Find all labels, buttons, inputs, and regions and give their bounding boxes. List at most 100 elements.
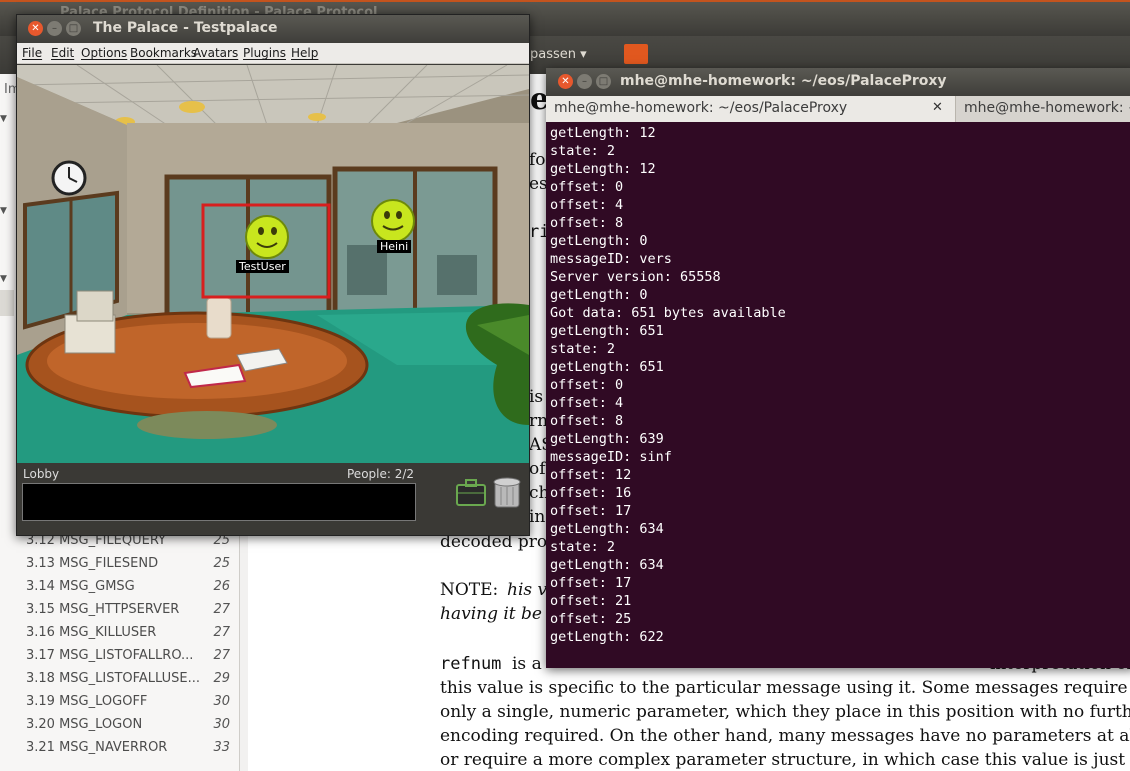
terminal-line: getLength: 634 (550, 521, 664, 537)
menu-options[interactable]: Options (81, 46, 127, 60)
terminal-line: offset: 8 (550, 215, 624, 231)
terminal-line: getLength: 12 (550, 161, 656, 177)
terminal-line: offset: 21 (550, 593, 632, 609)
refnum-code: refnum (440, 654, 502, 674)
close-icon[interactable]: ✕ (932, 100, 943, 115)
zoom-fit-dropdown[interactable]: passen ▾ (520, 42, 597, 70)
palace-titlebar[interactable]: ✕ – □ The Palace - Testpalace (17, 15, 529, 43)
maximize-icon[interactable]: □ (596, 74, 611, 89)
toc-item[interactable]: 3.19 MSG_LOGOFF 30 (26, 692, 236, 715)
toc-item-page: 33 (213, 740, 230, 755)
trash-icon[interactable] (491, 475, 523, 509)
room-name: Lobby (23, 467, 60, 481)
toc-item-page: 25 (213, 556, 230, 571)
toc-item-page: 30 (213, 717, 230, 732)
toc-item-page: 29 (213, 671, 230, 686)
avatar-name-heini[interactable]: Heini (377, 240, 412, 253)
terminal-tab-bar: mhe@mhe-homework: ~/eos/PalaceProxy ✕ mh… (546, 96, 1130, 122)
close-icon[interactable]: ✕ (28, 21, 43, 36)
terminal-line: offset: 0 (550, 179, 624, 195)
terminal-line: getLength: 634 (550, 557, 664, 573)
toc-item[interactable]: 3.21 MSG_NAVERROR 33 (26, 738, 236, 761)
toc-item-label: 3.20 MSG_LOGON (26, 717, 143, 732)
toc-item-page: 27 (213, 602, 230, 617)
toc-item-page: 27 (213, 625, 230, 640)
menu-avatars[interactable]: Avatars (193, 46, 238, 60)
paragraph-line: or require a more complex parameter stru… (440, 750, 1126, 770)
tab-label: mhe@mhe-homework: ~/eos/PalaceProxy (554, 100, 848, 116)
toc-item-label: 3.19 MSG_LOGOFF (26, 694, 148, 709)
toc-item-page: 27 (213, 648, 230, 663)
menu-help[interactable]: Help (291, 46, 318, 60)
terminal-line: messageID: sinf (550, 449, 672, 465)
people-count: People: 2/2 (347, 467, 415, 481)
terminal-line: offset: 8 (550, 413, 624, 429)
toc-item-page: 30 (213, 694, 230, 709)
text-fragment: fo (529, 150, 546, 170)
terminal-window[interactable]: ✕ – □ mhe@mhe-homework: ~/eos/PalaceProx… (546, 68, 1130, 668)
terminal-line: getLength: 639 (550, 431, 664, 447)
toc-item[interactable]: 3.15 MSG_HTTPSERVER 27 (26, 600, 236, 623)
text-fragment: is (529, 387, 544, 407)
expand-triangle-icon[interactable]: ▼ (0, 274, 7, 284)
toc-item[interactable]: 3.13 MSG_FILESEND 25 (26, 554, 236, 577)
terminal-line: state: 2 (550, 539, 616, 555)
terminal-line: offset: 17 (550, 503, 632, 519)
menu-edit[interactable]: Edit (51, 46, 74, 60)
terminal-line: getLength: 12 (550, 125, 656, 141)
expand-triangle-icon[interactable]: ▼ (0, 114, 7, 124)
toc-item[interactable]: 3.17 MSG_LISTOFALLRO... 27 (26, 646, 236, 669)
palace-room-view[interactable]: TestUser Heini (17, 65, 529, 463)
terminal-line: offset: 4 (550, 395, 624, 411)
palace-menubar: File Edit Options Bookmarks Avatars Plug… (17, 43, 529, 64)
terminal-output[interactable]: getLength: 12 state: 2 getLength: 12 offset… (546, 122, 1130, 668)
terminal-line: state: 2 (550, 143, 616, 159)
toc-item-label: 3.16 MSG_KILLUSER (26, 625, 157, 640)
toc-item-label: 3.15 MSG_HTTPSERVER (26, 602, 180, 617)
expand-triangle-icon[interactable]: ▼ (0, 206, 7, 216)
folder-icon[interactable] (624, 44, 648, 64)
tab-label: mhe@mhe-homework: ~/ (964, 100, 1130, 116)
paragraph-line: encoding required. On the other hand, ma… (440, 726, 1130, 746)
maximize-icon[interactable]: □ (66, 21, 81, 36)
toc-item[interactable]: 3.16 MSG_KILLUSER 27 (26, 623, 236, 646)
terminal-line: offset: 17 (550, 575, 632, 591)
text-fragment: is a (512, 654, 542, 674)
terminal-line: getLength: 0 (550, 233, 648, 249)
toc-item-label: 3.14 MSG_GMSG (26, 579, 135, 594)
paragraph-line: this value is specific to the particular… (440, 678, 1128, 698)
palace-window[interactable]: ✕ – □ The Palace - Testpalace File Edit … (16, 14, 530, 536)
text-fragment: of (529, 459, 546, 479)
palace-status-panel: Lobby People: 2/2 (17, 463, 529, 535)
terminal-line: offset: 12 (550, 467, 632, 483)
desktop: Palace Protocol Definition - Palace Prot… (0, 0, 1130, 771)
menu-file[interactable]: File (22, 46, 42, 60)
menu-bookmarks[interactable]: Bookmarks (130, 46, 197, 60)
terminal-line: state: 2 (550, 341, 616, 357)
minimize-icon[interactable]: – (47, 21, 62, 36)
note-text: having it be (440, 604, 542, 624)
palace-window-title: The Palace - Testpalace (93, 20, 278, 36)
tab-palaceproxy[interactable]: mhe@mhe-homework: ~/eos/PalaceProxy ✕ (546, 96, 956, 122)
briefcase-icon[interactable] (455, 477, 487, 507)
terminal-line: Server version: 65558 (550, 269, 721, 285)
text-fragment: es (529, 174, 548, 194)
toc-item[interactable]: 3.14 MSG_GMSG 26 (26, 577, 236, 600)
terminal-titlebar[interactable]: ✕ – □ mhe@mhe-homework: ~/eos/PalaceProx… (546, 68, 1130, 96)
minimize-icon[interactable]: – (577, 74, 592, 89)
terminal-line: getLength: 0 (550, 287, 648, 303)
avatar-name-testuser[interactable]: TestUser (236, 260, 289, 273)
terminal-line: offset: 25 (550, 611, 632, 627)
toc-item[interactable]: 3.18 MSG_LISTOFALLUSE... 29 (26, 669, 236, 692)
chat-input[interactable] (22, 483, 416, 521)
terminal-line: offset: 0 (550, 377, 624, 393)
close-icon[interactable]: ✕ (558, 74, 573, 89)
toc-item-label: 3.13 MSG_FILESEND (26, 556, 159, 571)
terminal-window-title: mhe@mhe-homework: ~/eos/PalaceProxy (620, 73, 947, 89)
toc-item[interactable]: 3.20 MSG_LOGON 30 (26, 715, 236, 738)
tab-home[interactable]: mhe@mhe-homework: ~/ (956, 96, 1130, 122)
selection-marker (0, 290, 14, 316)
toc-item-label: 3.21 MSG_NAVERROR (26, 740, 168, 755)
menu-plugins[interactable]: Plugins (243, 46, 286, 60)
note-text: his v (507, 580, 548, 600)
